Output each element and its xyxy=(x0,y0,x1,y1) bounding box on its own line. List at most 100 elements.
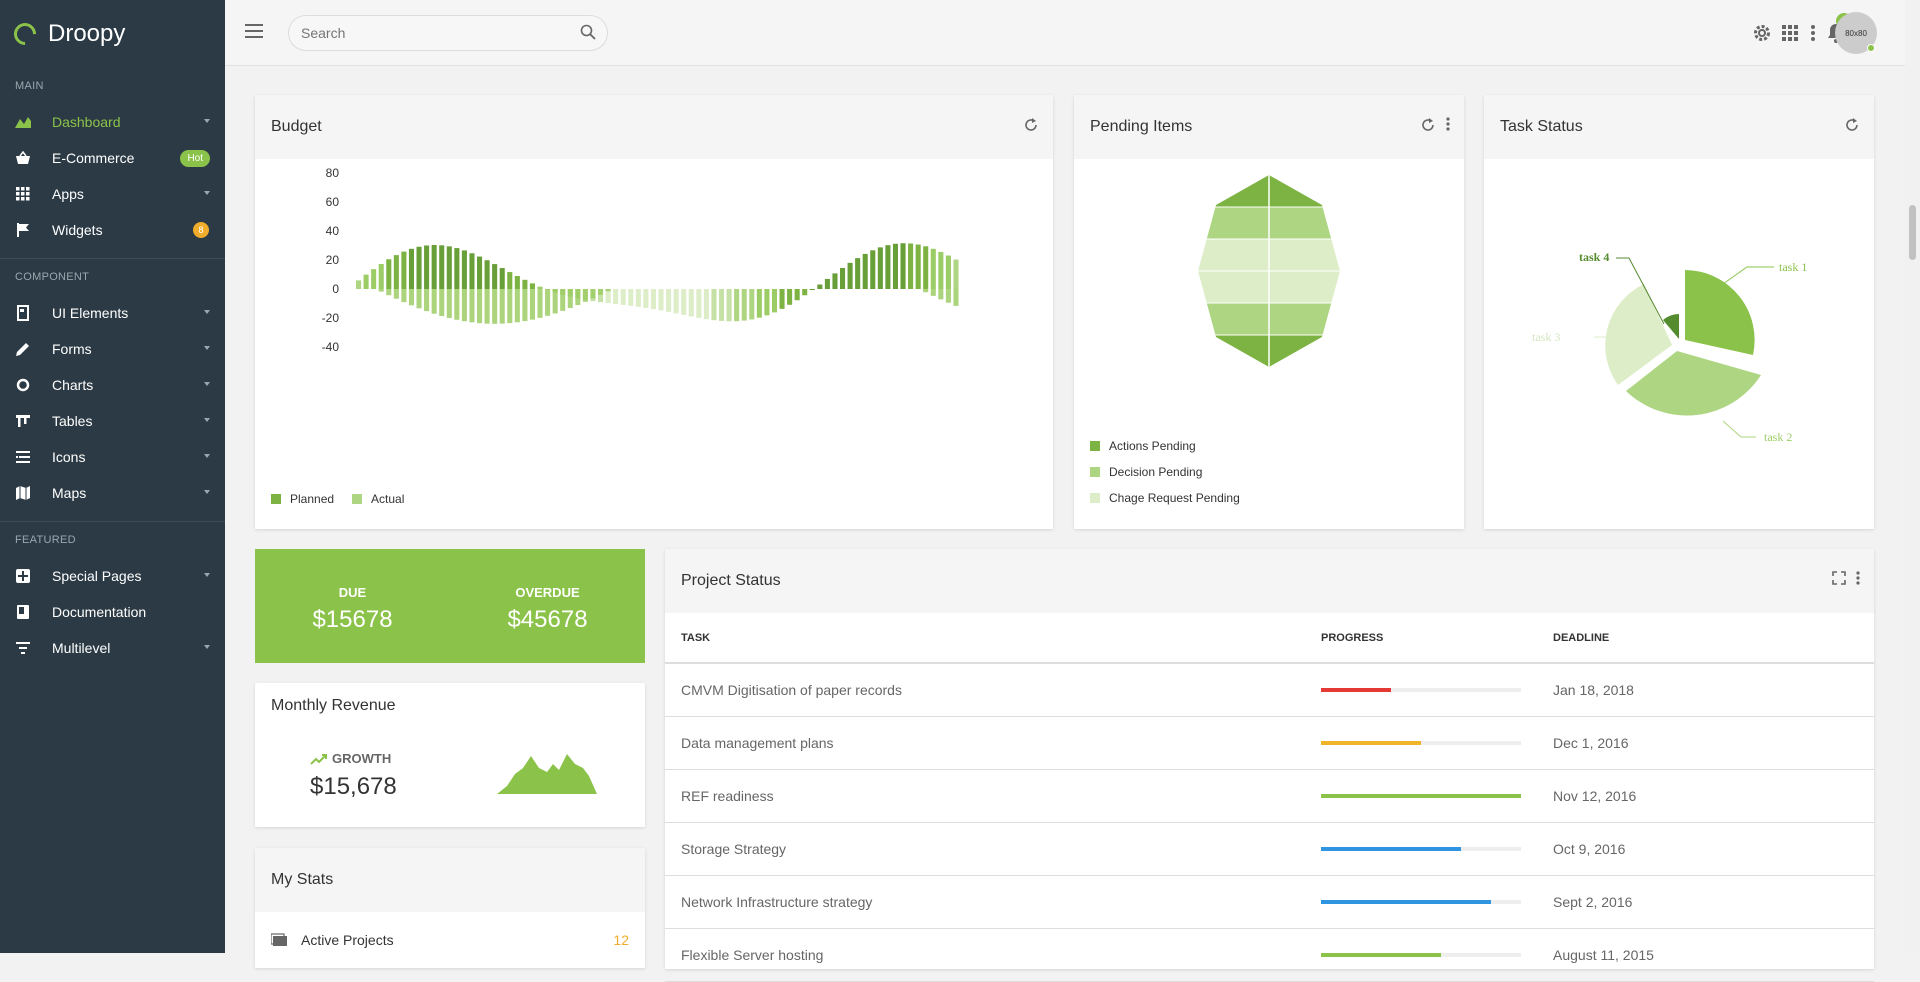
brand[interactable]: Droopy xyxy=(0,0,225,68)
budget-bar xyxy=(862,253,868,289)
table-row[interactable]: Storage Strategy Oct 9, 2016 xyxy=(665,822,1874,876)
page-scrollbar[interactable] xyxy=(1905,0,1920,953)
pending-card-header: Pending Items xyxy=(1074,95,1464,159)
table-row[interactable]: Flexible Server hosting August 11, 2015 xyxy=(665,928,1874,982)
budget-bar xyxy=(507,272,513,289)
table-row[interactable]: Network Infrastructure strategy Sept 2, 2… xyxy=(665,875,1874,929)
budget-bar xyxy=(477,256,483,289)
budget-bar xyxy=(507,289,513,324)
refresh-icon[interactable] xyxy=(1844,117,1860,133)
table-row[interactable]: Data management plans Dec 1, 2016 xyxy=(665,716,1874,770)
budget-bar xyxy=(545,289,551,316)
search-icon[interactable] xyxy=(580,24,596,40)
map-icon xyxy=(14,484,32,502)
more-vert-icon[interactable] xyxy=(1856,571,1860,585)
budget-bar xyxy=(613,289,619,304)
sidebar-item-special-pages[interactable]: Special Pages xyxy=(0,558,225,594)
gear-icon[interactable] xyxy=(1748,23,1776,43)
budget-bar xyxy=(575,289,581,306)
budget-bar xyxy=(514,289,520,323)
progress-bar xyxy=(1321,793,1521,798)
budget-bar xyxy=(416,289,422,309)
table-row[interactable]: CMVM Digitisation of paper records Jan 18… xyxy=(665,663,1874,717)
budget-bar xyxy=(915,244,921,289)
project-status-table: TASK PROGRESS DEADLINE CMVM Digitisation… xyxy=(665,613,1874,982)
due-stat: DUE $15678 xyxy=(255,549,450,663)
table-row[interactable]: REF readiness Nov 12, 2016 xyxy=(665,769,1874,823)
sidebar-item-maps[interactable]: Maps xyxy=(0,475,225,511)
budget-bar xyxy=(371,269,377,289)
budget-bar xyxy=(499,268,505,289)
refresh-icon[interactable] xyxy=(1023,117,1039,133)
revenue-sparkline xyxy=(497,754,597,794)
budget-bar xyxy=(386,289,392,296)
legend-planned: Planned xyxy=(290,492,335,506)
legend-swatch-actual xyxy=(352,494,363,504)
brand-name: Droopy xyxy=(48,20,126,47)
hamburger-icon[interactable] xyxy=(245,24,263,38)
budget-bar xyxy=(711,289,717,321)
logo-icon xyxy=(9,18,41,50)
sidebar-item-apps[interactable]: Apps xyxy=(0,176,225,212)
fullscreen-icon[interactable] xyxy=(1832,571,1846,585)
budget-bar xyxy=(416,246,422,289)
budget-card: Budget 80 60 40 20 0 -20 -40 Planned Actual xyxy=(255,95,1053,529)
budget-bar xyxy=(582,289,588,302)
sidebar-item-forms[interactable]: Forms xyxy=(0,331,225,367)
progress-cell xyxy=(1321,875,1553,929)
budget-bar xyxy=(401,251,407,289)
task-cell: Data management plans xyxy=(665,716,1321,770)
sidebar-item-tables[interactable]: Tables xyxy=(0,403,225,439)
refresh-icon[interactable] xyxy=(1420,117,1436,133)
sidebar-item-label: Apps xyxy=(52,186,84,202)
scrollbar-thumb[interactable] xyxy=(1909,205,1916,260)
search-input[interactable] xyxy=(288,15,608,51)
sidebar-item-multilevel[interactable]: Multilevel xyxy=(0,630,225,666)
deadline-cell: Nov 12, 2016 xyxy=(1553,769,1874,823)
budget-legend: Planned Actual xyxy=(271,492,404,506)
stat-row-active-projects[interactable]: Active Projects 12 xyxy=(271,932,629,948)
sidebar-item-label: Icons xyxy=(52,449,86,465)
monthly-revenue-card: Monthly Revenue GROWTH $15,678 xyxy=(255,683,645,827)
budget-bar xyxy=(363,274,369,289)
legend-swatch xyxy=(1090,467,1100,477)
legend-swatch xyxy=(1090,441,1100,451)
col-deadline[interactable]: DEADLINE xyxy=(1553,613,1874,664)
sidebar-item-icons[interactable]: Icons xyxy=(0,439,225,475)
avatar[interactable]: 80x80 xyxy=(1835,12,1877,54)
budget-bar xyxy=(809,289,815,290)
sidebar-item-documentation[interactable]: Documentation xyxy=(0,594,225,630)
sidebar-nav: MAIN Dashboard E-Commerce Hot Apps Widgets 8 CO… xyxy=(0,80,225,666)
budget-bar xyxy=(870,250,876,289)
more-vert-icon[interactable] xyxy=(1446,117,1450,131)
apps-grid-icon[interactable] xyxy=(1776,25,1804,41)
budget-bar xyxy=(824,278,830,289)
sidebar-section-label: FEATURED xyxy=(15,534,76,546)
progress-cell xyxy=(1321,716,1553,770)
sidebar-item-e-commerce[interactable]: E-Commerce Hot xyxy=(0,140,225,176)
ui-icon xyxy=(14,304,32,322)
sidebar-section-label: COMPONENT xyxy=(15,271,90,283)
budget-bar xyxy=(454,248,460,289)
sidebar-item-widgets[interactable]: Widgets 8 xyxy=(0,212,225,248)
col-progress[interactable]: PROGRESS xyxy=(1321,613,1553,664)
budget-bar xyxy=(469,253,475,289)
pie-label-task4: task 4 xyxy=(1579,250,1609,264)
pending-legend-decision: Decision Pending xyxy=(1090,465,1202,479)
my-stats-header: My Stats xyxy=(255,848,645,912)
budget-bar xyxy=(378,263,384,289)
deadline-cell: August 11, 2015 xyxy=(1553,928,1874,982)
budget-bar xyxy=(408,289,414,306)
budget-bar xyxy=(643,289,649,308)
col-task[interactable]: TASK xyxy=(665,613,1321,664)
more-vert-icon[interactable] xyxy=(1804,25,1822,41)
chevron-down-icon xyxy=(204,346,210,350)
budget-card-header: Budget xyxy=(255,95,1053,159)
pie-label-task2: task 2 xyxy=(1764,430,1792,444)
sidebar-item-charts[interactable]: Charts xyxy=(0,367,225,403)
budget-bar xyxy=(439,289,445,316)
budget-bar xyxy=(923,289,929,293)
sidebar-item-dashboard[interactable]: Dashboard xyxy=(0,104,225,140)
due-label: DUE xyxy=(338,585,367,600)
sidebar-item-ui-elements[interactable]: UI Elements xyxy=(0,295,225,331)
